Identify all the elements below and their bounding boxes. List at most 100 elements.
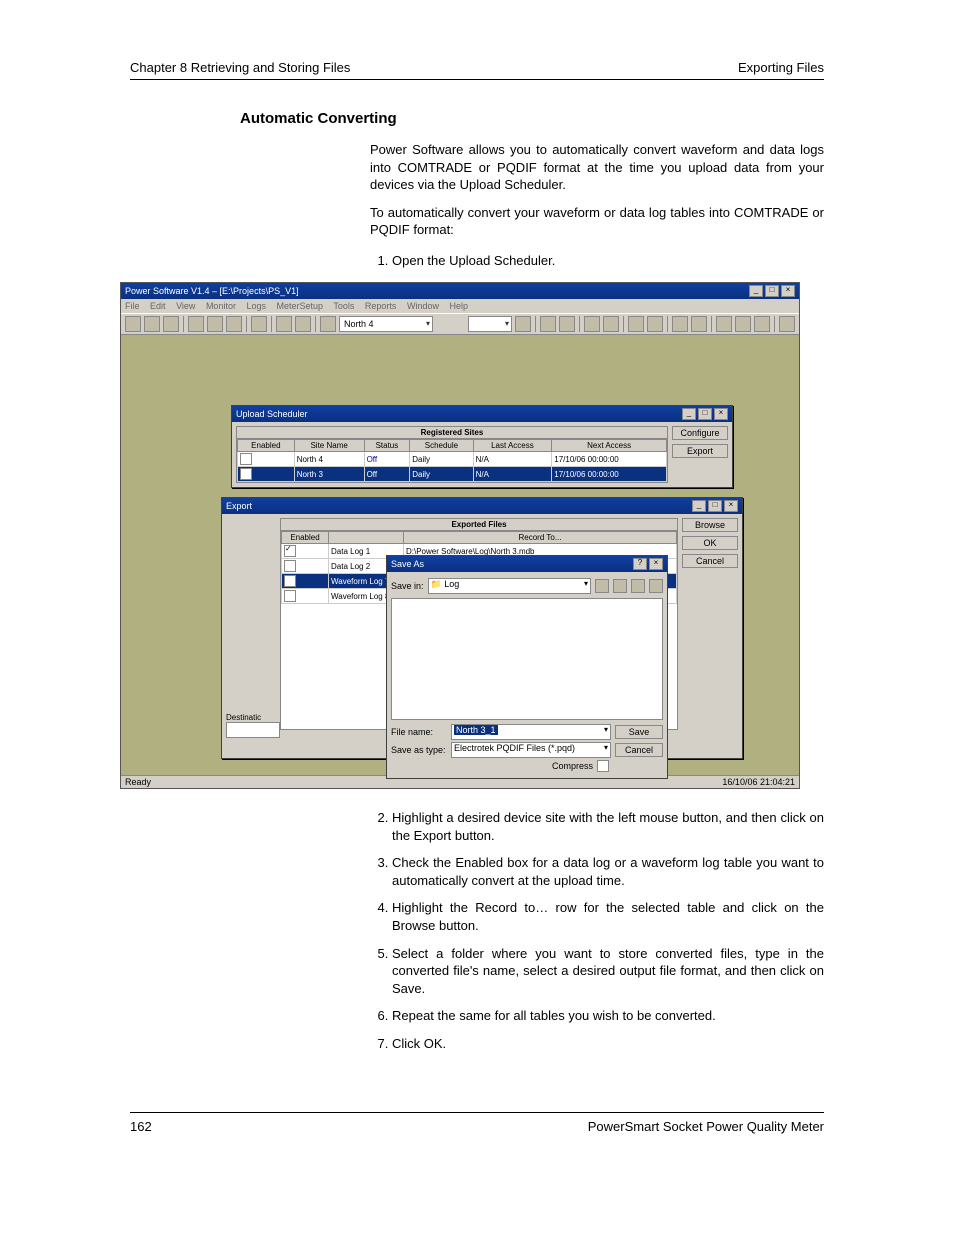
save-button[interactable]: Save [615,725,663,739]
checkbox-icon[interactable] [284,575,296,587]
help-icon[interactable] [779,316,795,332]
chart1-icon[interactable] [540,316,556,332]
del-icon[interactable] [628,316,644,332]
close-icon[interactable]: × [649,558,663,570]
views-icon[interactable] [649,579,663,593]
status-left: Ready [125,777,151,787]
menu-help[interactable]: Help [449,301,468,311]
destination-input[interactable] [226,722,280,738]
toolbar: North 4 [121,313,799,335]
box-icon[interactable] [647,316,663,332]
help-icon[interactable]: ? [633,558,647,570]
flag2-icon[interactable] [603,316,619,332]
minimize-icon[interactable]: _ [692,500,706,512]
tou-icon[interactable] [754,316,770,332]
checkbox-icon[interactable] [240,468,252,480]
section-title: Automatic Converting [240,110,824,127]
checkbox-icon[interactable] [284,545,296,557]
back-icon[interactable] [595,579,609,593]
hammer-icon[interactable] [672,316,688,332]
file-listing[interactable] [391,598,663,720]
tool-icon[interactable] [276,316,292,332]
tool2-icon[interactable] [295,316,311,332]
checkbox-icon[interactable] [240,453,252,465]
menu-tools[interactable]: Tools [333,301,354,311]
table-row[interactable]: North 3 Off Daily N/A 17/10/06 00:00:00 [238,467,667,482]
browse-button[interactable]: Browse [682,518,738,532]
close-icon[interactable]: × [724,500,738,512]
step-item: Select a folder where you want to store … [392,945,824,998]
checkbox-icon[interactable] [284,590,296,602]
maximize-icon[interactable]: □ [698,408,712,420]
filename-label: File name: [391,727,447,737]
upload-scheduler-dialog: Upload Scheduler _ □ × Registered Sites … [231,405,733,488]
cut-icon[interactable] [188,316,204,332]
flag1-icon[interactable] [584,316,600,332]
savein-combo[interactable]: 📁 Log [428,578,591,594]
destination-label: Destinatic [226,713,276,722]
app-titlebar: Power Software V1.4 – [E:\Projects\PS_V1… [121,283,799,299]
maximize-icon[interactable]: □ [708,500,722,512]
step-item: Click OK. [392,1035,824,1053]
product-name: PowerSmart Socket Power Quality Meter [588,1119,824,1134]
open-icon[interactable] [125,316,141,332]
device-combo[interactable] [468,316,512,332]
step-item: Highlight a desired device site with the… [392,809,824,844]
menu-metersetup[interactable]: MeterSetup [277,301,324,311]
export-button[interactable]: Export [672,444,728,458]
sites-grid-title: Registered Sites [237,427,667,439]
table-row[interactable]: North 4 Off Daily N/A 17/10/06 00:00:00 [238,452,667,467]
header-left: Chapter 8 Retrieving and Storing Files [130,60,350,75]
up-icon[interactable] [613,579,627,593]
grid-icon[interactable] [515,316,531,332]
stop-icon[interactable] [163,316,179,332]
menu-file[interactable]: File [125,301,140,311]
close-icon[interactable]: × [714,408,728,420]
ok-button[interactable]: OK [682,536,738,550]
exported-files-title: Exported Files [281,519,677,531]
cancel-button[interactable]: Cancel [615,743,663,757]
gen-icon[interactable] [716,316,732,332]
site-combo[interactable]: North 4 [339,316,433,332]
menu-view[interactable]: View [176,301,195,311]
status-right: 16/10/06 21:04:21 [722,777,795,787]
newfolder-icon[interactable] [631,579,645,593]
step-item: Check the Enabled box for a data log or … [392,854,824,889]
configure-button[interactable]: Configure [672,426,728,440]
scheduler-title: Upload Scheduler [236,409,308,419]
copy-icon[interactable] [207,316,223,332]
paste-icon[interactable] [226,316,242,332]
saveas-title: Save As [391,559,424,569]
cancel-button[interactable]: Cancel [682,554,738,568]
menu-monitor[interactable]: Monitor [206,301,236,311]
cal-icon[interactable] [691,316,707,332]
close-icon[interactable]: × [781,285,795,297]
minimize-icon[interactable]: _ [749,285,763,297]
app-screenshot: Power Software V1.4 – [E:\Projects\PS_V1… [120,282,800,789]
chart2-icon[interactable] [559,316,575,332]
savein-label: Save in: [391,581,424,591]
registered-sites-table[interactable]: Enabled Site Name Status Schedule Last A… [237,439,667,482]
compress-checkbox[interactable] [597,760,609,772]
menubar[interactable]: File Edit View Monitor Logs MeterSetup T… [121,299,799,313]
print-icon[interactable] [251,316,267,332]
filename-input[interactable]: North 3_1 [451,724,611,740]
page-number: 162 [130,1119,152,1134]
save-as-dialog: Save As ? × Save in: 📁 Log [386,555,668,779]
log-icon[interactable] [735,316,751,332]
connect-icon[interactable] [320,316,336,332]
step-1: Open the Upload Scheduler. [392,252,824,270]
menu-reports[interactable]: Reports [365,301,397,311]
menu-window[interactable]: Window [407,301,439,311]
app-title: Power Software V1.4 – [E:\Projects\PS_V1… [125,286,299,296]
checkbox-icon[interactable] [284,560,296,572]
maximize-icon[interactable]: □ [765,285,779,297]
paragraph-1: Power Software allows you to automatical… [370,141,824,194]
save-icon[interactable] [144,316,160,332]
step-item: Highlight the Record to… row for the sel… [392,899,824,934]
minimize-icon[interactable]: _ [682,408,696,420]
folder-icon: 📁 [431,579,442,589]
type-combo[interactable]: Electrotek PQDIF Files (*.pqd) [451,742,611,758]
menu-edit[interactable]: Edit [150,301,166,311]
menu-logs[interactable]: Logs [246,301,266,311]
